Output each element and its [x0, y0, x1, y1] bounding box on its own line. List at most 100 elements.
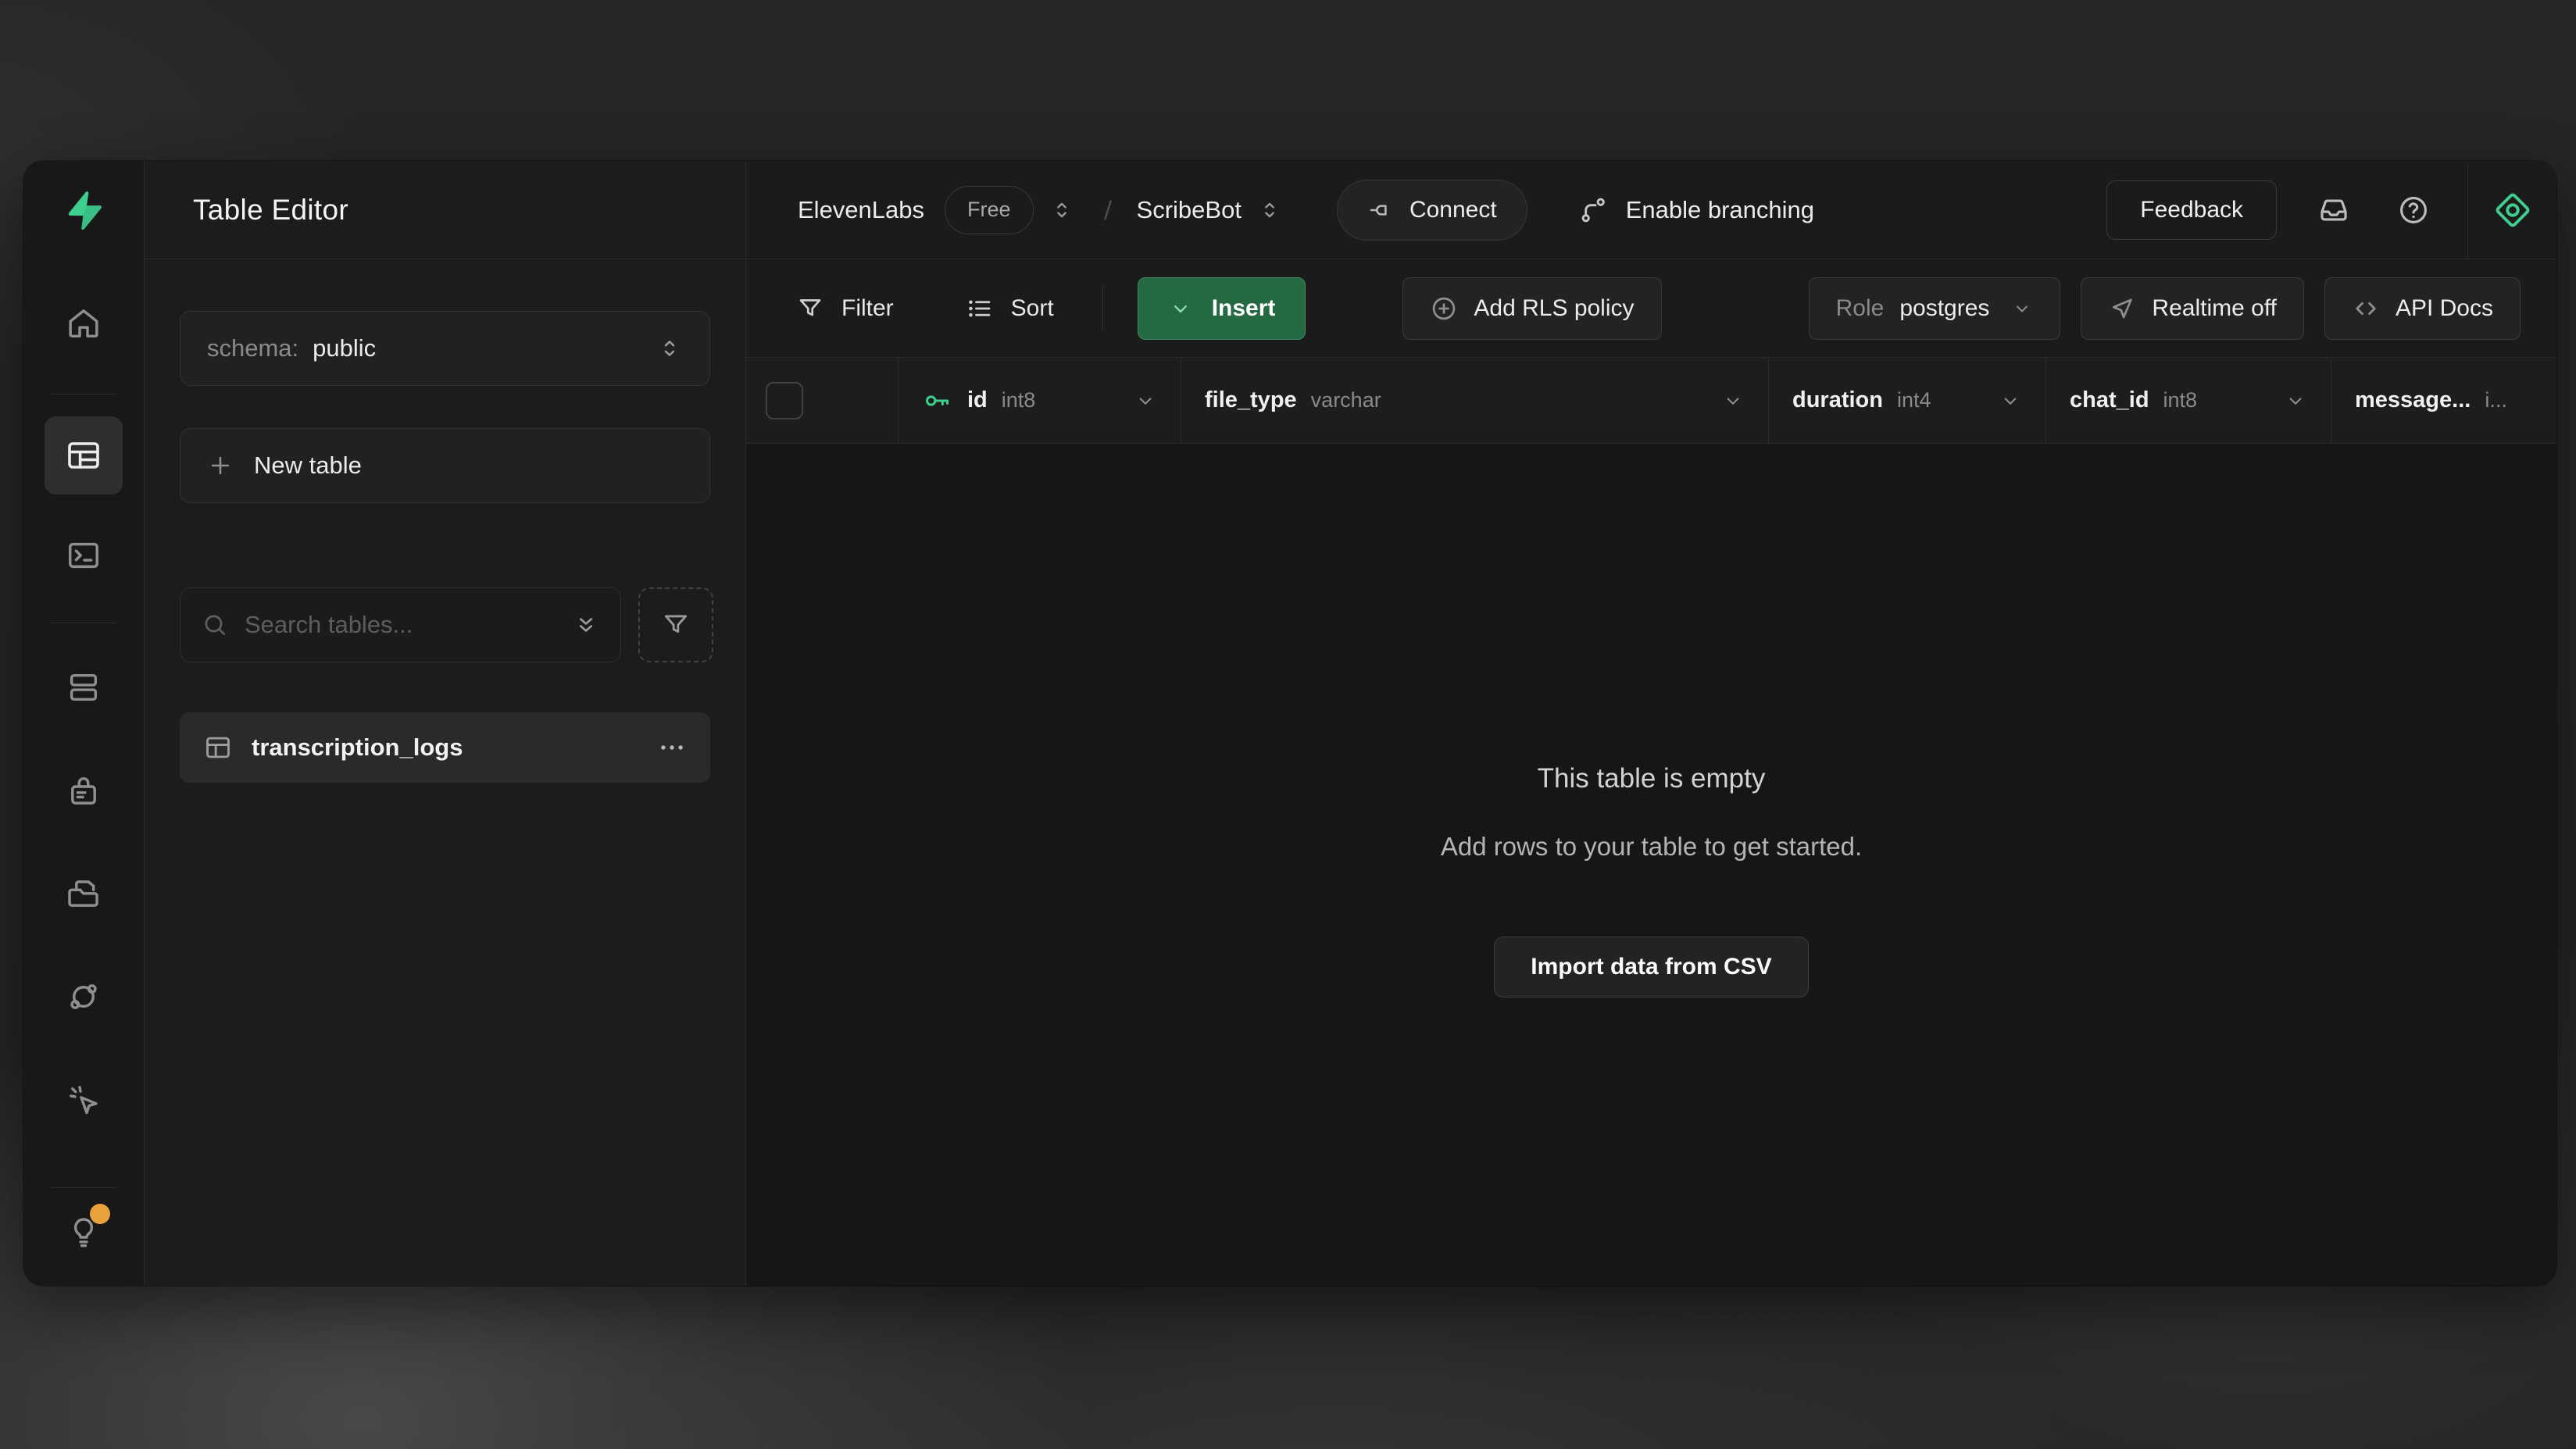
- insert-label: Insert: [1212, 295, 1276, 322]
- terminal-icon: [66, 537, 102, 573]
- nav-sql-editor[interactable]: [46, 518, 121, 593]
- column-name: chat_id: [2070, 387, 2149, 413]
- empty-state-subtitle: Add rows to your table to get started.: [1441, 832, 1862, 862]
- sidebar-header: Table Editor: [145, 161, 745, 259]
- chevrons-double-down-icon[interactable]: [572, 611, 600, 639]
- chevron-down-icon: [1168, 296, 1193, 321]
- primary-key-icon: [922, 385, 953, 416]
- insert-button[interactable]: Insert: [1138, 277, 1306, 340]
- nav-table-editor[interactable]: [45, 416, 123, 494]
- toolbar-right: Role postgres Realtime off AP: [1809, 277, 2521, 340]
- plug-icon: [1367, 197, 1394, 223]
- search-tables-field[interactable]: [180, 587, 621, 662]
- nav-home[interactable]: [46, 286, 121, 361]
- chevron-down-icon[interactable]: [1999, 389, 2022, 412]
- nav-storage[interactable]: [46, 856, 121, 931]
- empty-state: This table is empty Add rows to your tab…: [1441, 763, 1862, 998]
- sort-list-icon: [966, 294, 994, 323]
- filter-label: Filter: [841, 295, 894, 322]
- cursor-click-icon: [66, 1082, 102, 1118]
- column-name: duration: [1792, 387, 1883, 413]
- column-type: i...: [2485, 388, 2507, 412]
- table-name: transcription_logs: [252, 733, 463, 762]
- storage-folder-icon: [66, 876, 102, 912]
- notifications-inbox-button[interactable]: [2311, 187, 2356, 233]
- ai-assistant-icon: [2492, 190, 2533, 230]
- search-tables-input[interactable]: [245, 611, 556, 639]
- table-icon: [203, 733, 233, 762]
- column-name: message...: [2355, 387, 2471, 413]
- column-header-message[interactable]: message... i...: [2331, 358, 2556, 443]
- plus-icon: [207, 452, 234, 479]
- org-switcher-button[interactable]: [1045, 193, 1079, 227]
- plan-badge: Free: [945, 186, 1034, 234]
- page-title: Table Editor: [193, 194, 348, 227]
- nav-realtime[interactable]: [46, 1062, 121, 1137]
- grid-canvas: This table is empty Add rows to your tab…: [746, 444, 2556, 1286]
- chevron-down-icon: [2011, 298, 2033, 319]
- schema-select[interactable]: schema: public: [180, 311, 710, 386]
- import-csv-button[interactable]: Import data from CSV: [1494, 937, 1808, 998]
- inbox-icon: [2317, 194, 2350, 227]
- more-options-icon[interactable]: [657, 733, 687, 762]
- chevron-down-icon[interactable]: [1721, 389, 1745, 412]
- plus-circle-icon: [1430, 294, 1458, 323]
- chevrons-up-down-icon: [656, 335, 683, 362]
- column-type: int4: [1897, 388, 1931, 412]
- orbit-icon: [66, 979, 102, 1015]
- filter-tables-button[interactable]: [638, 587, 713, 662]
- ai-assistant-panel-toggle[interactable]: [2467, 161, 2556, 259]
- nav-integrations[interactable]: [46, 959, 121, 1034]
- funnel-icon: [796, 294, 824, 323]
- broadcast-pointer-icon: [2108, 294, 2136, 323]
- breadcrumb-project[interactable]: ScribeBot: [1137, 196, 1242, 224]
- breadcrumb-org[interactable]: ElevenLabs: [798, 196, 924, 224]
- column-header-id[interactable]: id int8: [899, 358, 1181, 443]
- nav-advisors[interactable]: [46, 1193, 121, 1268]
- help-button[interactable]: [2391, 187, 2436, 233]
- role-select[interactable]: Role postgres: [1809, 277, 2061, 340]
- api-docs-button[interactable]: API Docs: [2324, 277, 2521, 340]
- column-header-chat-id[interactable]: chat_id int8: [2046, 358, 2331, 443]
- column-header-file-type[interactable]: file_type varchar: [1181, 358, 1769, 443]
- home-icon: [66, 305, 102, 341]
- slash-divider-icon: [1095, 197, 1121, 223]
- chevron-down-icon[interactable]: [2284, 389, 2307, 412]
- select-all-checkbox[interactable]: [766, 382, 803, 419]
- table-list: transcription_logs: [180, 712, 710, 783]
- role-value: postgres: [1899, 295, 1989, 322]
- new-table-button[interactable]: New table: [180, 428, 710, 503]
- chevron-down-icon[interactable]: [1134, 389, 1157, 412]
- schema-select-label: schema:: [207, 334, 298, 362]
- column-header-duration[interactable]: duration int4: [1769, 358, 2046, 443]
- chevrons-up-down-icon: [1049, 198, 1074, 223]
- column-type: int8: [2163, 388, 2198, 412]
- advisor-notification-dot: [90, 1204, 110, 1224]
- supabase-logo[interactable]: [23, 161, 144, 259]
- grid-column-headers: id int8 file_type varchar duration int4: [746, 358, 2556, 444]
- table-list-item-transcription-logs[interactable]: transcription_logs: [180, 712, 710, 783]
- sidebar-body: schema: public New table: [145, 259, 745, 783]
- enable-branching-button[interactable]: Enable branching: [1579, 195, 1814, 225]
- connect-button[interactable]: Connect: [1337, 180, 1527, 241]
- realtime-toggle-button[interactable]: Realtime off: [2081, 277, 2304, 340]
- empty-state-title: This table is empty: [1538, 763, 1766, 794]
- realtime-label: Realtime off: [2152, 295, 2277, 322]
- column-type: varchar: [1311, 388, 1381, 412]
- enable-branching-label: Enable branching: [1626, 196, 1814, 224]
- add-rls-policy-button[interactable]: Add RLS policy: [1402, 277, 1661, 340]
- git-branch-icon: [1579, 195, 1609, 225]
- filter-button[interactable]: Filter: [782, 294, 908, 323]
- schema-select-value: public: [313, 334, 642, 362]
- database-icon: [66, 669, 102, 705]
- nav-auth[interactable]: [46, 753, 121, 828]
- table-editor-sidebar: Table Editor schema: public New table: [145, 161, 746, 1286]
- column-name: id: [967, 387, 988, 413]
- project-switcher-button[interactable]: [1252, 193, 1287, 227]
- feedback-button[interactable]: Feedback: [2106, 180, 2277, 240]
- nav-database[interactable]: [46, 650, 121, 725]
- chevrons-up-down-icon: [1257, 198, 1282, 223]
- sort-button[interactable]: Sort: [952, 294, 1068, 323]
- rail-divider: [50, 1187, 117, 1188]
- column-type: int8: [1002, 388, 1036, 412]
